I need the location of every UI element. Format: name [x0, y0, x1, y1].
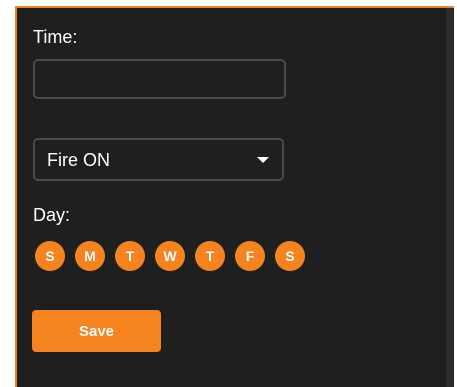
day-toggle-sunday[interactable]: S — [35, 241, 65, 271]
day-selector: S M T W T F S — [35, 241, 305, 271]
schedule-page: Time: Fire ON Day: S M T W T F S Save — [0, 0, 457, 387]
day-toggle-saturday[interactable]: S — [275, 241, 305, 271]
action-select-value: Fire ON — [47, 150, 110, 170]
time-label: Time: — [33, 27, 78, 47]
day-toggle-wednesday[interactable]: W — [155, 241, 185, 271]
caret-down-icon — [257, 157, 269, 163]
save-button[interactable]: Save — [32, 310, 161, 352]
day-toggle-friday[interactable]: F — [235, 241, 265, 271]
day-toggle-monday[interactable]: M — [75, 241, 105, 271]
panel-scrollbar-track — [446, 8, 454, 387]
day-toggle-thursday[interactable]: T — [195, 241, 225, 271]
day-label: Day: — [33, 205, 71, 225]
day-toggle-tuesday[interactable]: T — [115, 241, 145, 271]
action-select[interactable]: Fire ON — [33, 138, 284, 181]
time-input[interactable] — [33, 59, 286, 99]
